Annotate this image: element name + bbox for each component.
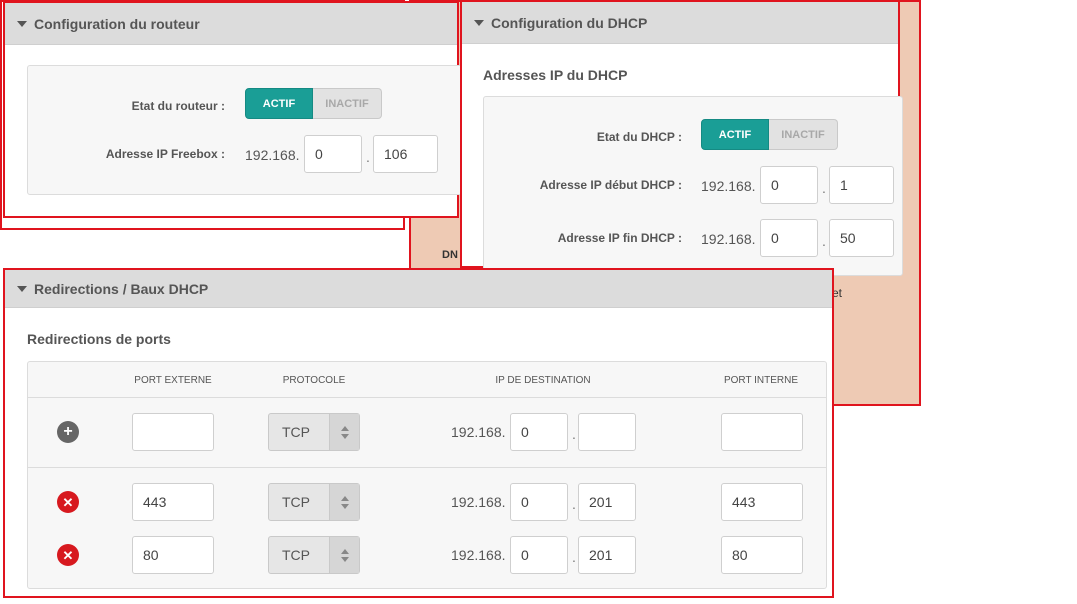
dhcp-settings-box: Etat du DHCP : ACTIF INACTIF Adresse IP … xyxy=(483,96,903,276)
new-ip-prefix: 192.168. xyxy=(451,424,506,440)
table-row: ✕ 80 TCP 192.168. 0 . 201 80 xyxy=(28,521,826,574)
select-arrows-icon xyxy=(329,537,359,573)
collapse-caret-icon xyxy=(17,20,27,27)
ip-dot: . xyxy=(366,149,370,165)
new-ip-octet3-input[interactable]: 0 xyxy=(510,413,568,451)
internal-port-input[interactable]: 443 xyxy=(721,483,803,521)
redirections-panel: Redirections / Baux DHCP Redirections de… xyxy=(3,268,834,598)
col-header-internal-port: PORT INTERNE xyxy=(723,375,799,386)
select-arrows-icon xyxy=(329,484,359,520)
protocol-value: TCP xyxy=(282,494,310,510)
router-state-label: Etat du routeur : xyxy=(131,99,225,113)
ip-prefix: 192.168. xyxy=(451,494,506,510)
router-ip-octet4-input[interactable]: 106 xyxy=(373,135,438,173)
router-ip-prefix: 192.168. xyxy=(245,147,300,163)
dhcp-end-octet3-input[interactable]: 0 xyxy=(760,219,818,257)
add-icon[interactable]: + xyxy=(57,421,79,443)
dhcp-start-octet4-input[interactable]: 1 xyxy=(829,166,894,204)
external-port-input[interactable]: 80 xyxy=(132,536,214,574)
ip-octet3-input[interactable]: 0 xyxy=(510,536,568,574)
dhcp-start-octet3-input[interactable]: 0 xyxy=(760,166,818,204)
background-text-dns: DN xyxy=(442,249,458,261)
dhcp-state-label: Etat du DHCP : xyxy=(596,130,682,144)
protocol-value: TCP xyxy=(282,547,310,563)
ip-dot: . xyxy=(572,549,576,565)
ip-octet4-input[interactable]: 201 xyxy=(578,483,636,521)
redirections-panel-title: Redirections / Baux DHCP xyxy=(34,280,209,297)
ip-octet3-input[interactable]: 0 xyxy=(510,483,568,521)
router-settings-box: Etat du routeur : ACTIF INACTIF Adresse … xyxy=(27,65,467,195)
new-ip-octet4-input[interactable] xyxy=(578,413,636,451)
collapse-caret-icon xyxy=(474,19,484,26)
protocol-select[interactable]: TCP xyxy=(268,483,360,521)
protocol-select[interactable]: TCP xyxy=(268,536,360,574)
ip-dot: . xyxy=(822,233,826,249)
dhcp-end-prefix: 192.168. xyxy=(701,231,756,247)
router-ip-octet3-input[interactable]: 0 xyxy=(304,135,362,173)
table-row: ✕ 443 TCP 192.168. 0 . 201 443 xyxy=(28,468,826,521)
router-ip-label: Adresse IP Freebox : xyxy=(105,147,225,161)
new-redirection-row: + TCP 192.168. 0 . xyxy=(28,398,826,468)
ip-dot: . xyxy=(572,496,576,512)
external-port-input[interactable]: 443 xyxy=(132,483,214,521)
dhcp-end-label: Adresse IP fin DHCP : xyxy=(557,231,682,245)
ip-dot: . xyxy=(822,180,826,196)
ip-octet4-input[interactable]: 201 xyxy=(578,536,636,574)
collapse-caret-icon xyxy=(17,285,27,292)
port-redirections-table: PORT EXTERNE PROTOCOLE IP DE DESTINATION… xyxy=(27,361,827,589)
ip-dot: . xyxy=(572,426,576,442)
dhcp-end-octet4-input[interactable]: 50 xyxy=(829,219,894,257)
ip-prefix: 192.168. xyxy=(451,547,506,563)
router-state-toggle[interactable]: ACTIF INACTIF xyxy=(245,88,382,119)
delete-icon[interactable]: ✕ xyxy=(57,491,79,513)
router-toggle-inactif[interactable]: INACTIF xyxy=(313,88,382,119)
dhcp-toggle-actif[interactable]: ACTIF xyxy=(701,119,769,150)
redirections-panel-header[interactable]: Redirections / Baux DHCP xyxy=(5,270,832,308)
router-panel: Configuration du routeur Etat du routeur… xyxy=(3,1,467,218)
col-header-external-port: PORT EXTERNE xyxy=(134,375,212,386)
dhcp-panel: Configuration du DHCP Adresses IP du DHC… xyxy=(460,0,903,276)
col-header-destination-ip: IP DE DESTINATION xyxy=(495,375,591,386)
router-panel-header[interactable]: Configuration du routeur xyxy=(5,3,457,45)
dhcp-start-prefix: 192.168. xyxy=(701,178,756,194)
select-arrows-icon xyxy=(329,414,359,450)
port-redirections-title: Redirections de ports xyxy=(27,331,171,347)
router-toggle-actif[interactable]: ACTIF xyxy=(245,88,313,119)
new-external-port-input[interactable] xyxy=(132,413,214,451)
new-protocol-select[interactable]: TCP xyxy=(268,413,360,451)
new-internal-port-input[interactable] xyxy=(721,413,803,451)
dhcp-panel-title: Configuration du DHCP xyxy=(491,14,648,31)
dhcp-start-label: Adresse IP début DHCP : xyxy=(539,178,682,192)
internal-port-input[interactable]: 80 xyxy=(721,536,803,574)
delete-icon[interactable]: ✕ xyxy=(57,544,79,566)
col-header-protocol: PROTOCOLE xyxy=(282,375,346,386)
dhcp-toggle-inactif[interactable]: INACTIF xyxy=(769,119,838,150)
dhcp-panel-header[interactable]: Configuration du DHCP xyxy=(462,2,898,44)
dhcp-section-title: Adresses IP du DHCP xyxy=(483,67,628,83)
router-panel-title: Configuration du routeur xyxy=(34,15,200,32)
dhcp-state-toggle[interactable]: ACTIF INACTIF xyxy=(701,119,838,150)
new-protocol-value: TCP xyxy=(282,424,310,440)
